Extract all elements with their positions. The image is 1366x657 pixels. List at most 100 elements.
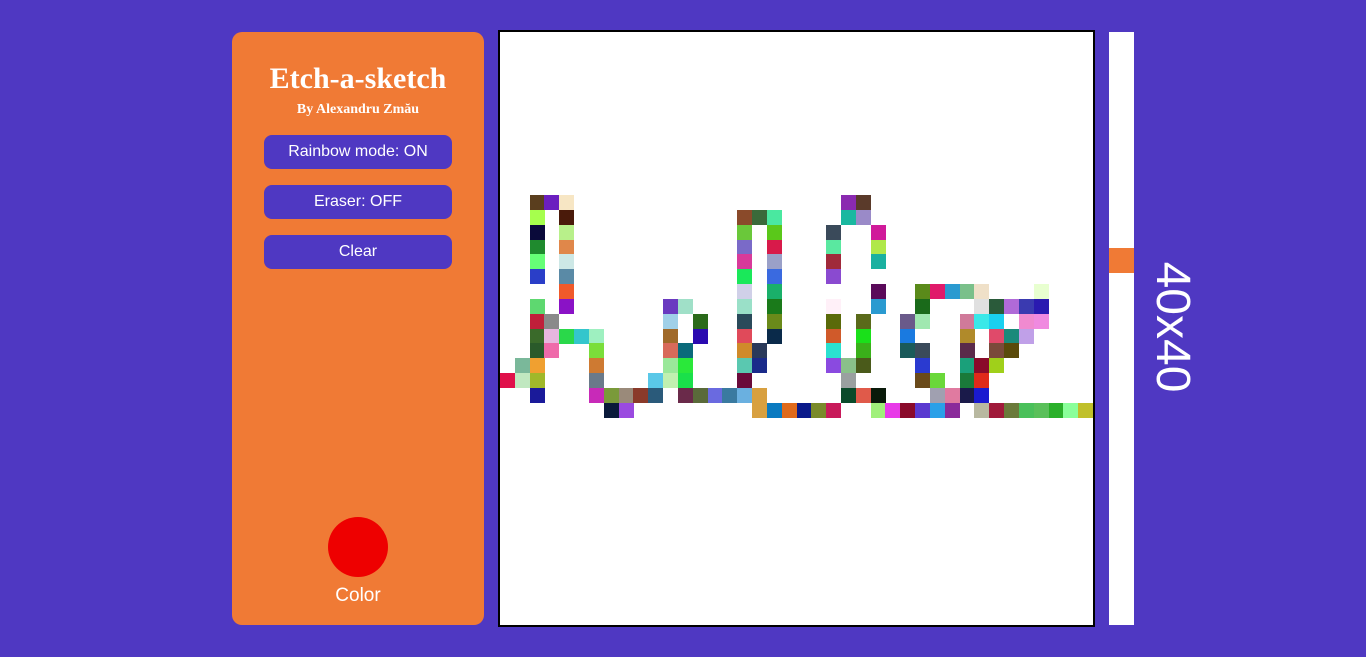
grid-cell[interactable] [574,329,589,344]
grid-cell[interactable] [663,358,678,373]
grid-cell[interactable] [989,343,1004,358]
sketch-grid[interactable] [500,32,1093,625]
grid-cell[interactable] [678,388,693,403]
color-picker[interactable] [328,517,388,577]
grid-cell[interactable] [1049,403,1064,418]
grid-cell[interactable] [589,329,604,344]
grid-cell[interactable] [515,373,530,388]
grid-cell[interactable] [737,225,752,240]
grid-cell[interactable] [767,210,782,225]
grid-cell[interactable] [752,358,767,373]
grid-cell[interactable] [826,254,841,269]
grid-cell[interactable] [1004,343,1019,358]
grid-cell[interactable] [826,269,841,284]
grid-cell[interactable] [974,314,989,329]
grid-cell[interactable] [530,225,545,240]
grid-cell[interactable] [856,210,871,225]
grid-cell[interactable] [693,329,708,344]
grid-cell[interactable] [1019,314,1034,329]
grid-cell[interactable] [678,299,693,314]
grid-cell[interactable] [619,388,634,403]
grid-cell[interactable] [530,314,545,329]
grid-cell[interactable] [915,403,930,418]
grid-cell[interactable] [871,388,886,403]
grid-cell[interactable] [871,403,886,418]
grid-cell[interactable] [559,329,574,344]
grid-cell[interactable] [693,388,708,403]
grid-cell[interactable] [915,373,930,388]
grid-cell[interactable] [900,329,915,344]
grid-cell[interactable] [544,329,559,344]
grid-cell[interactable] [1019,299,1034,314]
grid-cell[interactable] [737,210,752,225]
grid-cell[interactable] [871,254,886,269]
sketch-canvas[interactable] [498,30,1095,627]
grid-cell[interactable] [960,329,975,344]
grid-cell[interactable] [841,195,856,210]
grid-cell[interactable] [1034,299,1049,314]
grid-cell[interactable] [678,343,693,358]
grid-cell[interactable] [767,269,782,284]
grid-cell[interactable] [604,388,619,403]
grid-cell[interactable] [530,358,545,373]
grid-cell[interactable] [648,388,663,403]
grid-cell[interactable] [1004,299,1019,314]
grid-cell[interactable] [737,314,752,329]
grid-cell[interactable] [826,358,841,373]
grid-cell[interactable] [826,225,841,240]
grid-cell[interactable] [974,284,989,299]
grid-cell[interactable] [989,329,1004,344]
grid-cell[interactable] [960,314,975,329]
eraser-button[interactable]: Eraser: OFF [264,185,452,219]
grid-cell[interactable] [559,269,574,284]
grid-cell[interactable] [559,284,574,299]
grid-cell[interactable] [945,403,960,418]
grid-cell[interactable] [767,403,782,418]
grid-cell[interactable] [737,329,752,344]
grid-cell[interactable] [960,284,975,299]
grid-cell[interactable] [974,403,989,418]
grid-cell[interactable] [767,314,782,329]
grid-cell[interactable] [589,343,604,358]
grid-cell[interactable] [619,403,634,418]
grid-cell[interactable] [974,358,989,373]
grid-cell[interactable] [767,225,782,240]
grid-cell[interactable] [1078,403,1093,418]
grid-cell[interactable] [1019,403,1034,418]
grid-cell[interactable] [989,314,1004,329]
grid-cell[interactable] [530,299,545,314]
grid-cell[interactable] [930,373,945,388]
grid-cell[interactable] [559,240,574,255]
grid-cell[interactable] [663,343,678,358]
grid-cell[interactable] [737,240,752,255]
grid-cell[interactable] [856,195,871,210]
grid-cell[interactable] [544,195,559,210]
clear-button[interactable]: Clear [264,235,452,269]
grid-cell[interactable] [663,373,678,388]
grid-cell[interactable] [1019,329,1034,344]
grid-cell[interactable] [871,225,886,240]
grid-cell[interactable] [974,373,989,388]
grid-cell[interactable] [530,269,545,284]
grid-cell[interactable] [737,343,752,358]
grid-cell[interactable] [930,284,945,299]
grid-cell[interactable] [722,388,737,403]
grid-cell[interactable] [530,254,545,269]
grid-cell[interactable] [915,299,930,314]
grid-cell[interactable] [915,358,930,373]
grid-cell[interactable] [559,195,574,210]
grid-cell[interactable] [915,343,930,358]
grid-cell[interactable] [826,314,841,329]
grid-cell[interactable] [960,388,975,403]
grid-cell[interactable] [530,388,545,403]
grid-cell[interactable] [1063,403,1078,418]
grid-cell[interactable] [530,195,545,210]
grid-cell[interactable] [856,343,871,358]
grid-cell[interactable] [648,373,663,388]
grid-size-slider-thumb[interactable] [1109,248,1134,273]
grid-cell[interactable] [559,254,574,269]
grid-cell[interactable] [737,269,752,284]
grid-cell[interactable] [678,373,693,388]
grid-cell[interactable] [915,284,930,299]
grid-cell[interactable] [989,299,1004,314]
